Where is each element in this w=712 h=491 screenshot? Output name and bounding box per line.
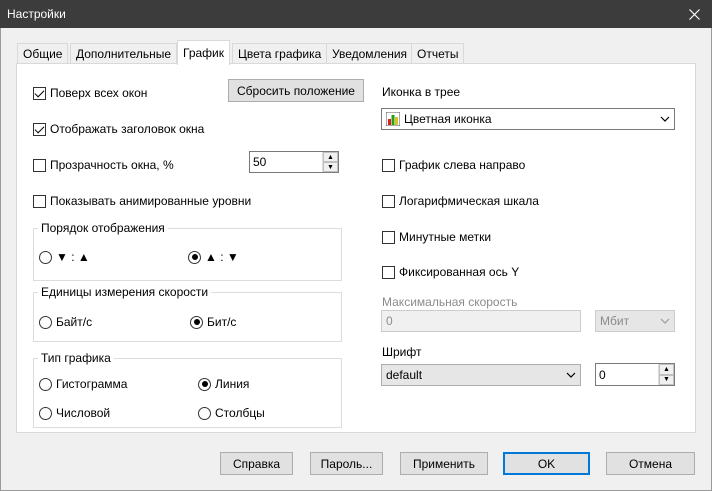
transparency-checkbox[interactable]: Прозрачность окна, %: [33, 158, 174, 172]
max-speed-input[interactable]: 0: [381, 310, 581, 332]
tab-graph-colors[interactable]: Цвета графика: [232, 43, 328, 63]
tab-notifications[interactable]: Уведомления: [326, 43, 414, 63]
speed-units-bytes[interactable]: Байт/с: [39, 315, 92, 329]
display-order-legend: Порядок отображения: [38, 221, 168, 235]
animated-levels-checkbox[interactable]: Показывать анимированные уровни: [33, 194, 251, 208]
title-bar: [0, 0, 712, 28]
speed-units-legend: Единицы измерения скорости: [38, 285, 212, 299]
graph-type-histogram-label: Гистограмма: [56, 377, 128, 391]
graph-type-histogram[interactable]: Гистограмма: [39, 377, 127, 391]
graph-type-numeric-label: Числовой: [56, 406, 111, 420]
log-scale-checkbox[interactable]: Логарифмическая шкала: [382, 194, 539, 208]
display-order-option1-label: ▼ : ▲: [56, 250, 90, 264]
speed-units-bytes-label: Байт/с: [56, 315, 93, 329]
spin-buttons: ▲ ▼: [322, 152, 338, 172]
spin-down-icon[interactable]: ▼: [659, 374, 674, 385]
show-title-label: Отображать заголовок окна: [50, 122, 205, 136]
animated-levels-label: Показывать анимированные уровни: [50, 194, 252, 208]
checkbox-box: [382, 194, 395, 208]
font-select[interactable]: default: [381, 364, 581, 386]
speed-units-bits[interactable]: Бит/с: [190, 315, 236, 329]
tray-icon-select[interactable]: Цветная иконка: [381, 108, 675, 130]
checkbox-box: [33, 86, 46, 100]
chevron-down-icon: [660, 318, 670, 324]
tab-graph[interactable]: График: [177, 40, 230, 65]
fixed-y-label: Фиксированная ось Y: [399, 265, 520, 279]
radio-circle: [39, 377, 52, 391]
transparency-stepper[interactable]: 50 ▲ ▼: [249, 151, 339, 173]
max-speed-unit-select[interactable]: Мбит: [595, 310, 675, 332]
spin-buttons: ▲ ▼: [658, 364, 674, 385]
left-to-right-checkbox[interactable]: График слева направо: [382, 158, 525, 172]
checkbox-box: [33, 194, 46, 208]
display-order-option1[interactable]: ▼ : ▲: [39, 250, 90, 264]
apply-button[interactable]: Применить: [400, 452, 488, 475]
help-button[interactable]: Справка: [220, 452, 293, 475]
always-on-top-checkbox[interactable]: Поверх всех окон: [33, 86, 147, 100]
tab-reports[interactable]: Отчеты: [411, 43, 465, 63]
spin-up-icon[interactable]: ▲: [323, 152, 338, 162]
radio-circle: [188, 250, 201, 264]
checkbox-box: [33, 158, 46, 172]
tray-icon-label: Иконка в трее: [382, 85, 461, 99]
graph-type-bars[interactable]: Столбцы: [198, 406, 265, 420]
transparency-label: Прозрачность окна, %: [50, 158, 174, 172]
password-button[interactable]: Пароль...: [310, 452, 383, 475]
font-label: Шрифт: [382, 345, 422, 359]
display-order-option2[interactable]: ▲ : ▼: [188, 250, 239, 264]
tray-icon-value: Цветная иконка: [404, 112, 492, 126]
radio-circle: [190, 315, 203, 329]
max-speed-label: Максимальная скорость: [382, 295, 518, 309]
close-icon: [688, 8, 700, 20]
log-scale-label: Логарифмическая шкала: [399, 194, 539, 208]
tab-advanced[interactable]: Дополнительные: [70, 43, 177, 63]
close-button[interactable]: [676, 0, 712, 28]
speed-units-bits-label: Бит/с: [207, 315, 237, 329]
show-title-checkbox[interactable]: Отображать заголовок окна: [33, 122, 204, 136]
graph-type-line-label: Линия: [215, 377, 250, 391]
radio-circle: [198, 406, 211, 420]
checkbox-box: [382, 158, 395, 172]
display-order-option2-label: ▲ : ▼: [205, 250, 239, 264]
reset-position-button[interactable]: Сбросить положение: [228, 79, 364, 102]
checkbox-box: [382, 230, 395, 244]
transparency-value[interactable]: 50: [250, 155, 322, 169]
chevron-down-icon: [566, 372, 576, 378]
font-value: default: [386, 368, 423, 382]
graph-type-numeric[interactable]: Числовой: [39, 406, 110, 420]
graph-type-bars-label: Столбцы: [215, 406, 265, 420]
radio-circle: [39, 315, 52, 329]
chevron-down-icon: [660, 116, 670, 122]
tab-general[interactable]: Общие: [17, 43, 69, 63]
font-size-stepper[interactable]: 0 ▲ ▼: [595, 363, 675, 386]
radio-circle: [39, 406, 52, 420]
graph-type-line[interactable]: Линия: [198, 377, 249, 391]
spin-up-icon[interactable]: ▲: [659, 364, 674, 375]
checkbox-box: [33, 122, 46, 136]
ok-button[interactable]: OK: [503, 452, 590, 475]
fixed-y-checkbox[interactable]: Фиксированная ось Y: [382, 265, 519, 279]
checkbox-box: [382, 265, 395, 279]
left-to-right-label: График слева направо: [399, 158, 526, 172]
graph-type-legend: Тип графика: [38, 351, 114, 365]
color-bars-icon: [386, 112, 400, 126]
radio-circle: [198, 377, 211, 391]
cancel-button[interactable]: Отмена: [606, 452, 695, 475]
minute-marks-checkbox[interactable]: Минутные метки: [382, 230, 491, 244]
radio-circle: [39, 250, 52, 264]
font-size-value[interactable]: 0: [596, 368, 658, 382]
window-title: Настройки: [7, 7, 66, 21]
max-speed-unit-value: Мбит: [600, 314, 630, 328]
always-on-top-label: Поверх всех окон: [50, 86, 148, 100]
spin-down-icon[interactable]: ▼: [323, 162, 338, 172]
minute-marks-label: Минутные метки: [399, 230, 492, 244]
